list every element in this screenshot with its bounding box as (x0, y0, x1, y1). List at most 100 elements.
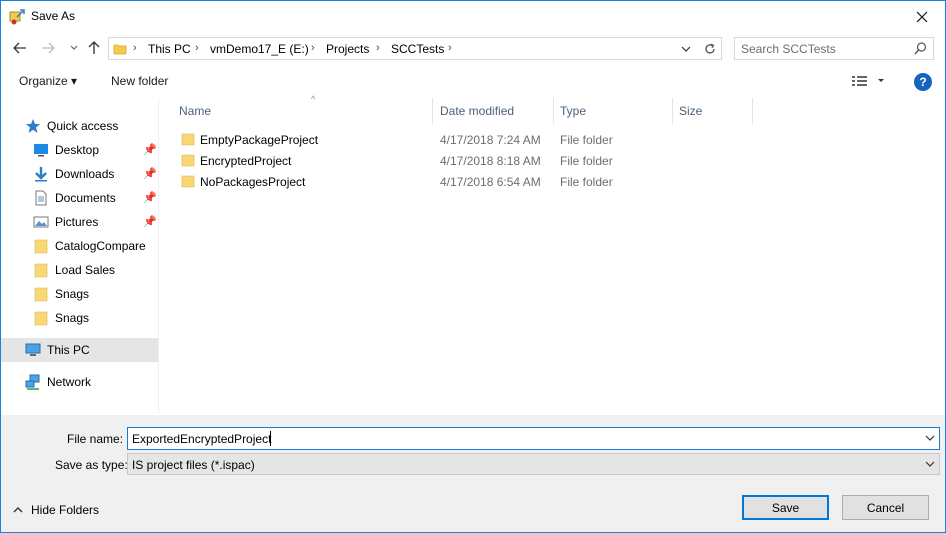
nav-item-label: Snags (55, 287, 90, 301)
column-label: Date modified (440, 104, 515, 118)
breadcrumb-separator: › (448, 42, 452, 54)
breadcrumb-drive[interactable]: vmDemo17_E (E:) (210, 42, 309, 56)
nav-item-label: Desktop (55, 143, 100, 157)
computer-icon (25, 343, 41, 356)
file-name-input[interactable]: ExportedEncryptedProject (127, 427, 940, 450)
file-name-value: ExportedEncryptedProject (132, 432, 272, 446)
file-name: NoPackagesProject (200, 175, 306, 189)
nav-network[interactable]: Network (1, 370, 158, 394)
save-as-type-label: Save as type: (55, 458, 128, 472)
nav-item-load-sales[interactable]: Load Sales (1, 258, 158, 282)
column-label: Name (179, 104, 212, 118)
cancel-button[interactable]: Cancel (842, 495, 929, 520)
file-name: EmptyPackageProject (200, 133, 319, 147)
search-box[interactable]: Search SCCTests (734, 37, 934, 60)
column-label: Type (560, 104, 587, 118)
sort-up-icon: ^ (311, 94, 316, 104)
search-placeholder: Search SCCTests (741, 42, 836, 56)
file-type: File folder (560, 133, 613, 147)
pin-icon: 📌 (143, 168, 157, 180)
app-icon (9, 9, 25, 25)
nav-item-snags-2[interactable]: Snags (1, 306, 158, 330)
save-as-type-select[interactable]: IS project files (*.ispac) (127, 453, 940, 475)
documents-icon (35, 190, 47, 206)
downloads-icon (35, 167, 47, 182)
folder-icon (113, 44, 127, 55)
column-header-type[interactable]: Type (554, 98, 673, 124)
breadcrumb-separator: › (133, 42, 137, 54)
chevron-up-icon (13, 507, 23, 513)
navigation-pane: Quick access Desktop 📌 Downloads 📌 Docum… (1, 98, 159, 414)
pin-icon: 📌 (143, 144, 157, 156)
nav-this-pc[interactable]: This PC (1, 338, 158, 362)
recent-locations-button[interactable] (65, 39, 83, 57)
column-header-name[interactable]: Name ^ (173, 94, 433, 124)
nav-item-label: Pictures (55, 215, 99, 229)
nav-item-label: Snags (55, 311, 90, 325)
back-arrow-icon (13, 42, 26, 54)
chevron-down-icon[interactable] (925, 432, 935, 444)
file-type: File folder (560, 175, 613, 189)
chevron-down-icon (70, 45, 78, 50)
close-icon (916, 11, 928, 22)
forward-button[interactable] (39, 39, 57, 57)
breadcrumb-this-pc[interactable]: This PC (148, 42, 191, 56)
column-header-size[interactable]: Size (673, 98, 753, 124)
pictures-icon (33, 216, 49, 228)
view-options-icon[interactable] (852, 75, 888, 87)
up-button[interactable] (85, 39, 103, 57)
table-row[interactable]: NoPackagesProject 4/17/2018 6:54 AM File… (175, 171, 735, 192)
command-bar: Organize ▾ New folder (1, 66, 945, 96)
new-folder-button[interactable]: New folder (111, 74, 168, 88)
file-list: Name ^ Date modified Type Size EmptyPack… (161, 94, 945, 414)
breadcrumb-separator: › (376, 42, 380, 54)
title-bar: Save As (1, 1, 945, 32)
navigation-row: › This PC › vmDemo17_E (E:) › Projects ›… (1, 32, 945, 64)
nav-item-label: Load Sales (55, 263, 116, 277)
save-as-dialog: Save As › This PC › vmDemo17_E (E:) › Pr… (0, 0, 946, 533)
nav-item-label: Documents (55, 191, 116, 205)
back-button[interactable] (11, 39, 29, 57)
pin-icon: 📌 (143, 216, 157, 228)
breadcrumb-projects[interactable]: Projects (326, 42, 369, 56)
folder-icon (181, 154, 195, 167)
nav-item-downloads[interactable]: Downloads 📌 (1, 162, 158, 186)
help-button[interactable]: ? (914, 73, 932, 91)
nav-item-label: Network (47, 375, 92, 389)
nav-item-snags[interactable]: Snags (1, 282, 158, 306)
table-row[interactable]: EncryptedProject 4/17/2018 8:18 AM File … (175, 150, 735, 171)
nav-item-desktop[interactable]: Desktop 📌 (1, 138, 158, 162)
file-type: File folder (560, 154, 613, 168)
help-icon: ? (919, 75, 927, 89)
column-label: Size (679, 104, 703, 118)
breadcrumb-separator: › (311, 42, 315, 54)
hide-folders-button[interactable]: Hide Folders (13, 503, 99, 517)
refresh-button[interactable] (698, 37, 722, 60)
save-as-type-value: IS project files (*.ispac) (132, 458, 255, 472)
save-options-panel: File name: ExportedEncryptedProject Save… (1, 415, 945, 532)
nav-item-catalogcompare[interactable]: CatalogCompare (1, 234, 158, 258)
folder-icon (181, 175, 195, 188)
pin-icon: 📌 (143, 192, 157, 204)
folder-icon (34, 311, 48, 326)
nav-quick-access[interactable]: Quick access (1, 114, 158, 138)
breadcrumb-scctests[interactable]: SCCTests (391, 42, 444, 56)
organize-button[interactable]: Organize ▾ (19, 74, 77, 88)
save-button[interactable]: Save (742, 495, 829, 520)
close-button[interactable] (899, 1, 945, 32)
folder-icon (34, 263, 48, 278)
chevron-down-icon (925, 461, 935, 467)
window-title: Save As (31, 9, 76, 23)
star-icon (26, 119, 40, 133)
refresh-icon (704, 42, 715, 54)
nav-item-pictures[interactable]: Pictures 📌 (1, 210, 158, 234)
folder-icon (34, 239, 48, 254)
column-header-date[interactable]: Date modified (434, 98, 554, 124)
table-row[interactable]: EmptyPackageProject 4/17/2018 7:24 AM Fi… (175, 129, 735, 150)
address-bar[interactable]: › This PC › vmDemo17_E (E:) › Projects ›… (108, 37, 722, 60)
nav-item-documents[interactable]: Documents 📌 (1, 186, 158, 210)
up-arrow-icon (88, 41, 100, 54)
address-history-button[interactable] (676, 37, 696, 60)
desktop-icon (34, 144, 48, 157)
network-icon (25, 374, 40, 390)
